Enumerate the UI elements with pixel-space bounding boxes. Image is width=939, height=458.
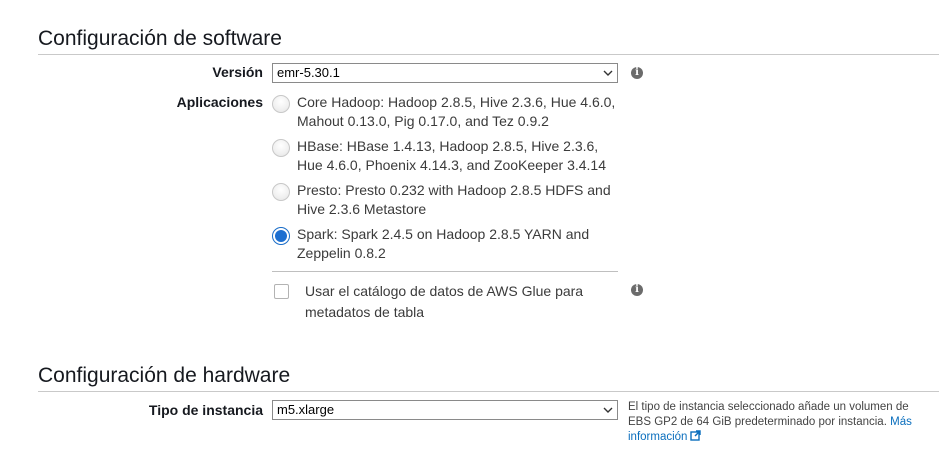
glue-catalog-checkbox[interactable]: [274, 284, 289, 299]
instance-type-hint-text: El tipo de instancia seleccionado añade …: [628, 401, 909, 428]
instance-type-select[interactable]: m5.xlarge: [272, 400, 618, 420]
applications-divider: [272, 271, 618, 272]
chevron-down-icon: [603, 407, 613, 413]
glue-catalog-label: Usar el catálogo de datos de AWS Glue pa…: [305, 283, 584, 320]
software-section-title: Configuración de software: [38, 27, 282, 50]
version-label: Versión: [212, 64, 263, 80]
chevron-down-icon: [603, 70, 613, 76]
instance-type-label: Tipo de instancia: [148, 402, 263, 418]
instance-type-select-value: m5.xlarge: [277, 402, 335, 417]
radio-spark[interactable]: [272, 227, 290, 245]
application-option-label: Presto: Presto 0.232 with Hadoop 2.8.5 H…: [297, 182, 611, 217]
info-icon[interactable]: i: [631, 67, 643, 79]
radio-core-hadoop[interactable]: [272, 95, 290, 113]
applications-label: Aplicaciones: [176, 94, 263, 110]
software-section-rule: [38, 54, 939, 55]
hardware-section-rule: [38, 391, 939, 392]
hardware-section-title: Configuración de hardware: [38, 364, 291, 387]
application-option-label: Spark: Spark 2.4.5 on Hadoop 2.8.5 YARN …: [297, 226, 590, 261]
external-link-icon: [690, 430, 702, 441]
radio-hbase[interactable]: [272, 139, 290, 157]
application-option-label: HBase: HBase 1.4.13, Hadoop 2.8.5, Hive …: [297, 138, 607, 173]
info-icon[interactable]: i: [631, 284, 643, 296]
version-select[interactable]: emr-5.30.1: [272, 63, 618, 83]
instance-type-hint: El tipo de instancia seleccionado añade …: [628, 400, 928, 445]
radio-presto[interactable]: [272, 183, 290, 201]
version-select-value: emr-5.30.1: [277, 65, 340, 80]
application-option-label: Core Hadoop: Hadoop 2.8.5, Hive 2.3.6, H…: [297, 94, 616, 129]
